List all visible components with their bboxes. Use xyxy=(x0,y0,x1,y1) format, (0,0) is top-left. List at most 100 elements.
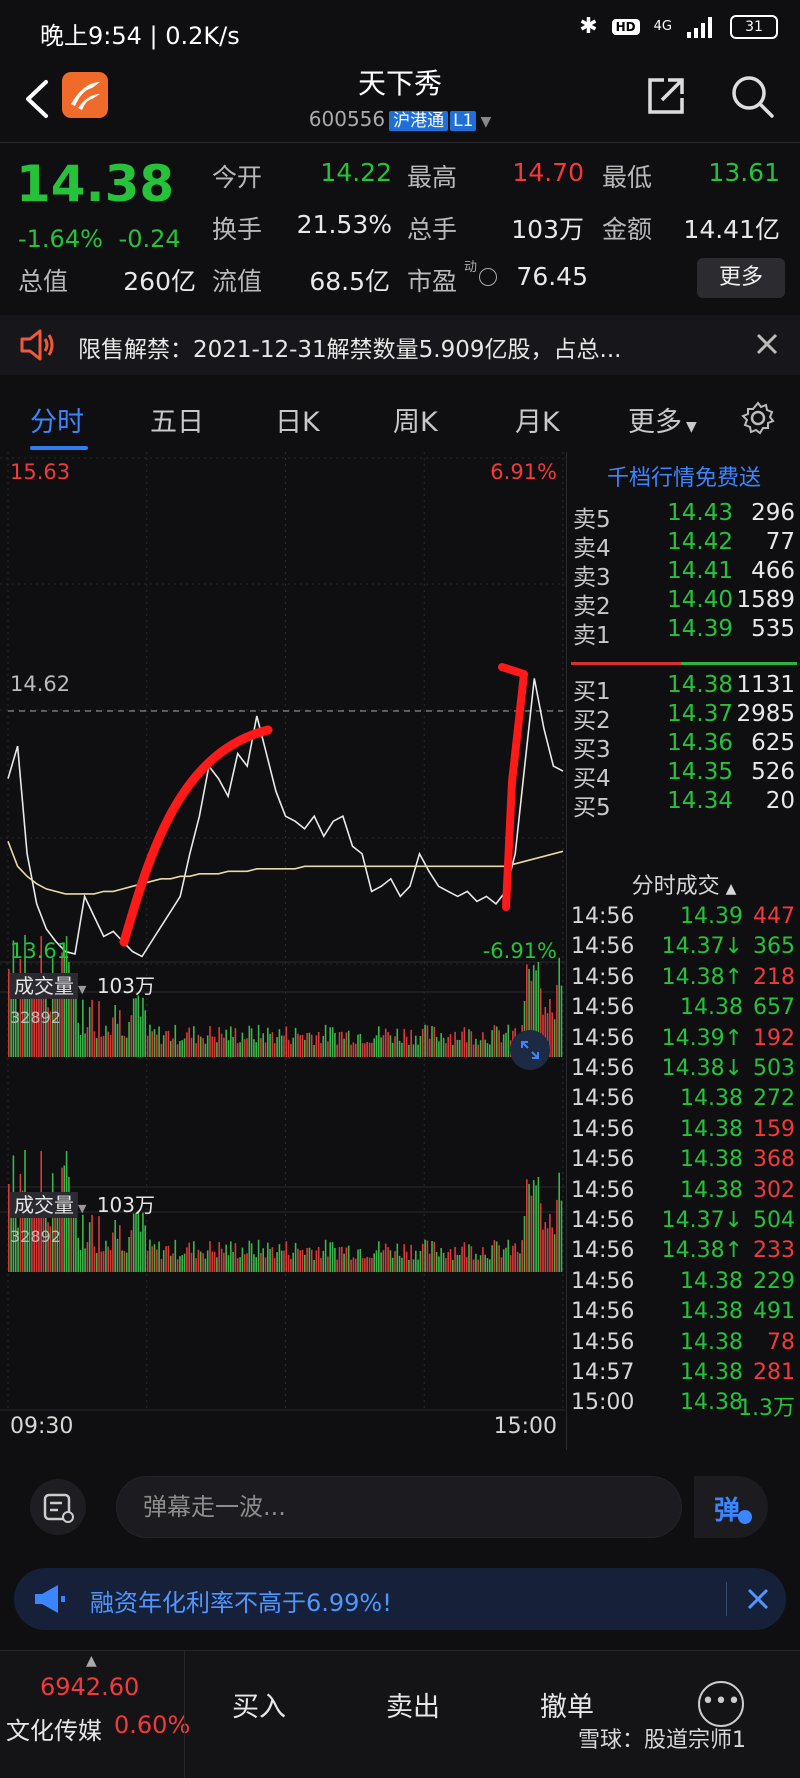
quote-value: 260亿 xyxy=(123,267,196,296)
volume-bar xyxy=(264,1042,267,1057)
close-icon[interactable] xyxy=(752,329,782,359)
volume-header-2[interactable]: 成交量 ▼ 103万 xyxy=(10,1189,155,1218)
volume-bar xyxy=(320,1258,322,1272)
trade-row[interactable]: 14:56 14.37↓ 365 xyxy=(567,934,800,968)
tab-weekly-k[interactable]: 周K xyxy=(393,400,438,439)
network-type: 4G xyxy=(653,19,672,34)
trade-row[interactable]: 14:56 14.38↑ 233 xyxy=(567,1238,800,1272)
volume-bar xyxy=(88,1222,91,1272)
volume-bar xyxy=(193,1241,195,1272)
expand-icon[interactable] xyxy=(510,1030,550,1070)
volume-bar xyxy=(408,1045,410,1057)
trade-row[interactable]: 14:56 14.38 368 xyxy=(567,1147,800,1181)
time-axis-start: 09:30 xyxy=(10,1414,74,1439)
buy-button[interactable]: 买入 xyxy=(232,1685,286,1724)
more-quote-button[interactable]: 更多 xyxy=(697,258,785,298)
trade-row[interactable]: 14:56 14.38 657 xyxy=(567,995,800,1029)
volume-bar xyxy=(181,1040,183,1057)
volume-bar xyxy=(199,1036,202,1057)
intraday-chart-area[interactable]: 15.63 6.91% 14.62 13.61 -6.91% 成交量 ▼ 103万… xyxy=(0,452,565,1450)
trade-row[interactable]: 14:56 14.37↓ 504 xyxy=(567,1208,800,1242)
volume-bar xyxy=(482,1247,484,1272)
promo-banner[interactable]: 融资年化利率不高于6.99%! xyxy=(14,1568,786,1630)
gear-icon[interactable] xyxy=(740,400,776,436)
trade-row[interactable]: 14:57 14.38 281 xyxy=(567,1360,800,1394)
trade-row[interactable]: 14:56 14.38 78 xyxy=(567,1330,800,1364)
volume-bar xyxy=(313,1045,315,1057)
trade-time: 14:56 xyxy=(571,1268,635,1294)
trade-row[interactable]: 14:56 14.38 272 xyxy=(567,1086,800,1120)
close-icon[interactable] xyxy=(744,1585,772,1613)
volume-bar xyxy=(146,1250,149,1272)
tab-daily-k[interactable]: 日K xyxy=(275,400,320,439)
trade-row[interactable]: 14:56 14.38↑ 218 xyxy=(567,965,800,999)
info-icon[interactable] xyxy=(479,268,497,286)
volume-bar xyxy=(479,1255,482,1272)
volume-bar xyxy=(357,1034,359,1057)
sector-index-value[interactable]: 6942.60 xyxy=(40,1673,139,1701)
trades-header[interactable]: 分时成交 ▲ xyxy=(567,868,800,900)
volume-bar xyxy=(403,1029,405,1057)
volume-bar xyxy=(121,1250,123,1272)
trade-price: 14.38 xyxy=(680,1177,743,1203)
volume-bar xyxy=(495,1241,498,1272)
volume-bar xyxy=(234,1243,237,1272)
sector-index-name[interactable]: 文化传媒 xyxy=(6,1711,102,1746)
bid-row[interactable]: 买5 14.34 20 xyxy=(567,788,800,821)
volume-bar xyxy=(144,1225,146,1272)
bid-volume: 625 xyxy=(751,730,795,756)
volume-bar xyxy=(158,1241,160,1272)
trade-row[interactable]: 14:56 14.38 229 xyxy=(567,1269,800,1303)
tab-more[interactable]: 更多 ▼ xyxy=(628,400,697,439)
share-icon[interactable] xyxy=(644,74,688,118)
volume-bar xyxy=(502,1034,505,1057)
danmaku-send-button[interactable]: 弹 xyxy=(694,1476,768,1538)
caret-up-icon[interactable]: ▲ xyxy=(86,1653,97,1669)
orderbook-promo[interactable]: 千档行情免费送 xyxy=(567,460,800,492)
search-icon[interactable] xyxy=(728,72,776,120)
volume-bar xyxy=(79,1035,82,1057)
volume-bar xyxy=(338,1032,341,1057)
tab-intraday[interactable]: 分时 xyxy=(30,400,84,439)
volume-bar xyxy=(317,1247,320,1272)
ask-row[interactable]: 卖1 14.39 535 xyxy=(567,616,800,649)
trade-row[interactable]: 14:56 14.39↑ 192 xyxy=(567,1026,800,1060)
volume-bar xyxy=(255,1257,257,1272)
volume-bar xyxy=(331,1027,334,1057)
volume-bar xyxy=(364,1043,366,1057)
volume-bar xyxy=(109,1035,112,1057)
volume-bar xyxy=(378,1026,380,1057)
trade-row[interactable]: 14:56 14.38 491 xyxy=(567,1299,800,1333)
more-options-icon[interactable]: ••• xyxy=(698,1681,744,1727)
volume-bar xyxy=(248,1240,251,1272)
volume-bar xyxy=(162,1035,165,1057)
trade-row[interactable]: 14:56 14.39 447 xyxy=(567,904,800,938)
quote-value: 21.53% xyxy=(296,210,392,239)
volume-bar xyxy=(220,1033,223,1057)
price-axis-low: 13.61 xyxy=(10,939,71,963)
notice-bar[interactable]: 限售解禁：2021-12-31解禁数量5.909亿股，占总... xyxy=(0,315,800,375)
trade-row[interactable]: 14:56 14.38 159 xyxy=(567,1117,800,1151)
dropdown-icon: ▼ xyxy=(78,983,87,996)
danmaku-input[interactable]: 弹幕走一波... xyxy=(116,1476,682,1538)
trade-row[interactable]: 14:56 14.38 302 xyxy=(567,1178,800,1212)
volume-bar xyxy=(315,1035,318,1057)
volume-header-1[interactable]: 成交量 ▼ 103万 xyxy=(10,970,155,999)
tab-monthly-k[interactable]: 月K xyxy=(515,400,560,439)
trade-row[interactable]: 14:56 14.38↓ 503 xyxy=(567,1056,800,1090)
volume-bar xyxy=(505,1032,507,1057)
sell-button[interactable]: 卖出 xyxy=(386,1685,440,1724)
tab-five-day[interactable]: 五日 xyxy=(150,400,204,439)
trade-time: 14:56 xyxy=(571,904,635,929)
hd-icon: HD xyxy=(611,18,640,35)
volume-bar xyxy=(271,1247,274,1272)
cancel-order-button[interactable]: 撤单 xyxy=(540,1685,594,1724)
ask-price: 14.41 xyxy=(667,558,733,584)
quote-label: 今开 xyxy=(212,163,263,192)
volume-bar xyxy=(426,1240,429,1272)
level-dropdown-icon[interactable]: ▼ xyxy=(480,114,491,130)
trade-row[interactable]: 15:00 14.38 1.3万 xyxy=(567,1390,800,1424)
volume-bar xyxy=(257,1024,260,1057)
danmaku-list-icon[interactable] xyxy=(30,1479,86,1535)
trade-time: 14:56 xyxy=(571,1147,635,1173)
